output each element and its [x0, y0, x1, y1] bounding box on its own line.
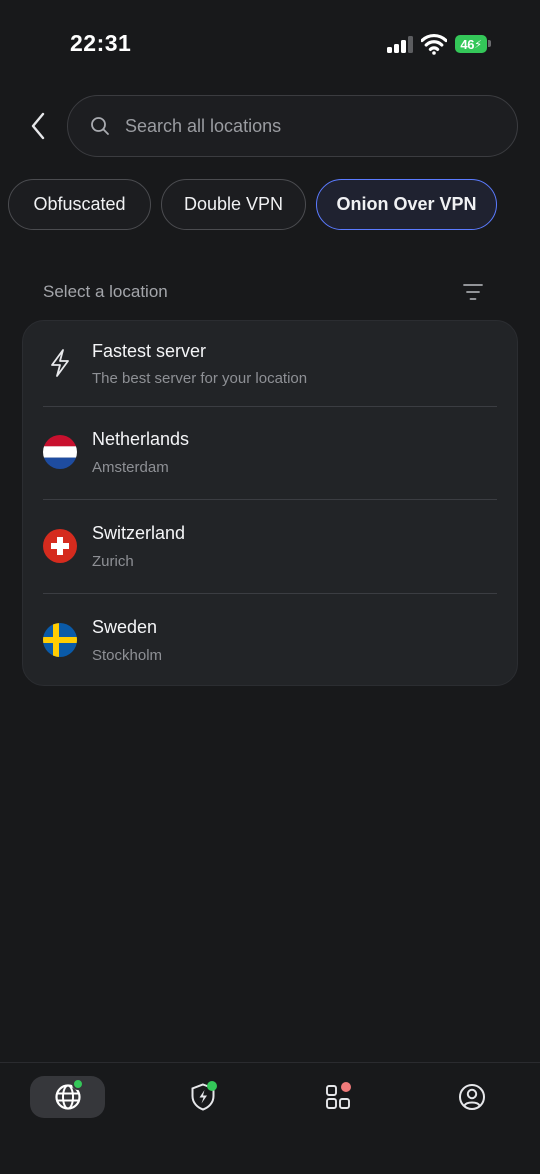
chip-double-vpn[interactable]: Double VPN — [161, 179, 306, 230]
status-dot — [207, 1081, 217, 1091]
switzerland-flag-icon — [43, 529, 77, 563]
location-title: Sweden — [92, 617, 158, 637]
status-dot — [72, 1078, 84, 1090]
nav-globe[interactable] — [30, 1076, 105, 1118]
nav-profile[interactable] — [452, 1076, 492, 1118]
filter-icon[interactable] — [462, 282, 484, 302]
chip-label: Onion Over VPN — [336, 194, 477, 214]
cellular-signal-icon — [387, 36, 413, 53]
list-item-netherlands[interactable]: Netherlands Amsterdam — [23, 407, 519, 500]
section-title: Select a location — [43, 282, 168, 301]
chip-onion-over-vpn[interactable]: Onion Over VPN — [316, 179, 497, 230]
location-subtitle: Stockholm — [92, 647, 163, 664]
list-item-fastest-server[interactable]: Fastest server The best server for your … — [23, 321, 519, 407]
search-icon — [91, 117, 109, 135]
location-title: Fastest server — [92, 341, 207, 361]
lightning-icon — [51, 349, 69, 377]
back-button[interactable] — [22, 106, 54, 146]
nav-apps[interactable] — [318, 1076, 358, 1118]
status-bar: 22:31 46 ⚡ — [0, 0, 540, 88]
list-item-switzerland[interactable]: Switzerland Zurich — [23, 500, 519, 594]
battery-icon: 46 ⚡ — [455, 35, 487, 53]
battery-nub — [488, 40, 491, 47]
location-list: Fastest server The best server for your … — [22, 320, 518, 686]
list-item-sweden[interactable]: Sweden Stockholm — [23, 594, 519, 686]
location-title: Netherlands — [92, 429, 190, 449]
battery-level: 46 — [460, 36, 475, 52]
profile-icon — [459, 1084, 485, 1110]
location-subtitle: Zurich — [92, 553, 134, 570]
search-field[interactable]: Search all locations — [67, 95, 518, 157]
status-time: 22:31 — [70, 30, 132, 56]
status-dot — [341, 1082, 351, 1092]
search-input[interactable]: Search all locations — [125, 116, 281, 137]
location-title: Switzerland — [92, 523, 186, 543]
wifi-icon — [421, 33, 447, 55]
chevron-left-icon — [31, 112, 45, 140]
location-subtitle: The best server for your location — [92, 370, 308, 387]
netherlands-flag-icon — [43, 435, 77, 469]
screen: 22:31 46 ⚡ Search all locations Obfuscat… — [0, 0, 540, 1174]
nav-threat-protection[interactable] — [183, 1076, 223, 1118]
chip-label: Obfuscated — [33, 194, 126, 214]
chip-obfuscated[interactable]: Obfuscated — [8, 179, 151, 230]
bottom-nav — [0, 1062, 540, 1174]
location-subtitle: Amsterdam — [92, 459, 169, 476]
sweden-flag-icon — [43, 623, 77, 657]
chip-label: Double VPN — [183, 194, 284, 214]
